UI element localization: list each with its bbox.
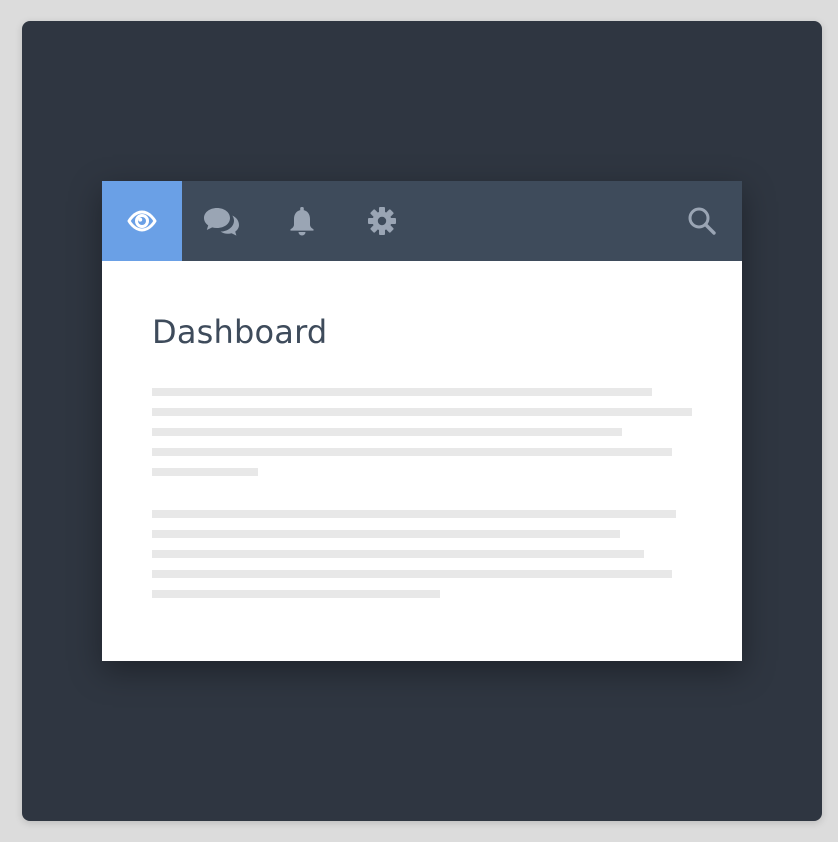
eye-icon [127,210,157,232]
nav-item-notifications[interactable] [262,181,342,261]
chat-icon [204,208,239,236]
nav-item-settings[interactable] [342,181,422,261]
search-button[interactable] [662,181,742,261]
placeholder-line [152,448,672,456]
nav-item-messages[interactable] [182,181,262,261]
placeholder-line [152,468,258,476]
placeholder-line [152,550,644,558]
page-title: Dashboard [152,313,328,351]
placeholder-line [152,530,620,538]
top-navbar [102,181,742,261]
app-frame: Dashboard [22,21,822,821]
dashboard-window: Dashboard [102,181,742,661]
gear-icon [368,207,396,235]
placeholder-line [152,428,622,436]
nav-item-view[interactable] [102,181,182,261]
placeholder-line [152,408,692,416]
placeholder-line [152,510,676,518]
search-icon [688,207,716,235]
placeholder-line [152,570,672,578]
placeholder-line [152,388,652,396]
bell-icon [290,207,314,236]
placeholder-line [152,590,440,598]
